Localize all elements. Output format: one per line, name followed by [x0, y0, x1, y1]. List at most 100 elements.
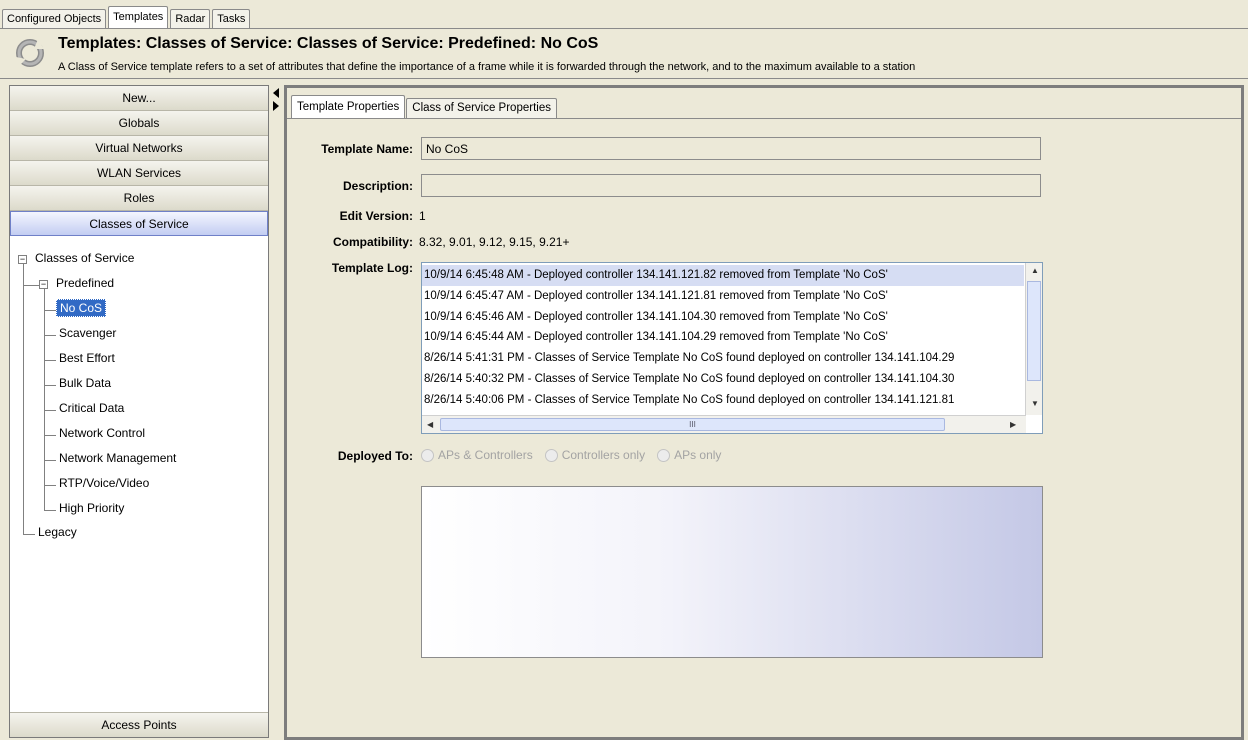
template-log-label: Template Log: — [331, 261, 413, 275]
page-header: Templates: Classes of Service: Classes o… — [0, 28, 1248, 79]
tab-template-properties[interactable]: Template Properties — [291, 95, 406, 118]
tree-item-label: Bulk Data — [59, 376, 112, 390]
tree-item-label: Scavenger — [59, 326, 117, 340]
sidebar-classes-of-service-button[interactable]: Classes of Service — [10, 211, 268, 236]
tab-templates[interactable]: Templates — [108, 6, 169, 28]
tree-item-bulk-data[interactable]: Bulk Data — [56, 373, 114, 393]
page-description: A Class of Service template refers to a … — [58, 61, 916, 73]
tree-item-high-priority[interactable]: High Priority — [56, 498, 127, 518]
controllers-only-radio[interactable]: Controllers only — [544, 448, 646, 462]
compatibility-label: Compatibility: — [333, 235, 413, 249]
sidebar-globals-button[interactable]: Globals — [10, 111, 268, 136]
refresh-icon[interactable] — [14, 37, 46, 69]
sidebar-roles-button[interactable]: Roles — [10, 186, 268, 211]
template-log[interactable]: 10/9/14 6:45:48 AM - Deployed controller… — [421, 262, 1043, 434]
tree-item-label: High Priority — [59, 501, 125, 515]
tree-connector — [44, 310, 56, 311]
log-entry[interactable]: 8/26/14 5:40:32 PM - Classes of Service … — [422, 369, 1024, 390]
scroll-thumb[interactable]: III — [440, 418, 945, 431]
deployed-to-list[interactable] — [421, 486, 1043, 658]
radio-icon — [421, 448, 434, 462]
tree-connector — [44, 360, 56, 361]
tree-item-label: Critical Data — [59, 401, 125, 415]
sidebar-wlan-services-button[interactable]: WLAN Services — [10, 161, 268, 186]
scroll-thumb[interactable] — [1027, 281, 1041, 381]
tree-item-predefined[interactable]: Predefined — [53, 273, 117, 293]
tree-item-label: Best Effort — [59, 351, 115, 365]
deployed-to-label: Deployed To: — [337, 449, 413, 463]
log-entry[interactable]: 10/9/14 6:45:48 AM - Deployed controller… — [422, 265, 1024, 286]
tree-connector — [44, 460, 56, 461]
log-entry[interactable]: 10/9/14 6:45:46 AM - Deployed controller… — [422, 307, 1024, 328]
tree-collapse-toggle[interactable]: − — [39, 280, 48, 289]
scroll-right-icon[interactable]: ▶ — [1010, 420, 1016, 429]
edit-version-value: 1 — [419, 209, 426, 223]
tree-item-rtp-voice-video[interactable]: RTP/Voice/Video — [56, 473, 152, 493]
tab-radar[interactable]: Radar — [170, 9, 211, 28]
log-lines: 10/9/14 6:45:48 AM - Deployed controller… — [422, 265, 1024, 411]
sidebar-virtual-networks-button[interactable]: Virtual Networks — [10, 136, 268, 161]
template-name-label: Template Name: — [321, 142, 413, 156]
aps-only-radio[interactable]: APs only — [657, 448, 721, 462]
classes-of-service-tree: − Classes of Service − Predefined No CoS… — [10, 248, 268, 708]
tree-collapse-toggle[interactable]: − — [18, 255, 27, 264]
log-entry[interactable]: 8/26/14 5:40:06 PM - Classes of Service … — [422, 390, 1024, 411]
scroll-up-icon[interactable]: ▲ — [1031, 266, 1039, 275]
tree-connector — [44, 435, 56, 436]
tree-item-label: Network Management — [59, 451, 177, 465]
expand-right-icon[interactable] — [273, 101, 279, 111]
tree-item-classes-of-service[interactable]: Classes of Service — [32, 248, 137, 268]
tree-connector — [44, 410, 56, 411]
tree-item-no-cos[interactable]: No CoS — [56, 298, 107, 318]
tab-tasks[interactable]: Tasks — [212, 9, 251, 28]
tree-connector — [44, 335, 56, 336]
tree-item-label: RTP/Voice/Video — [59, 476, 150, 490]
tree-item-label: No CoS — [56, 299, 107, 317]
scroll-down-icon[interactable]: ▼ — [1031, 399, 1039, 408]
tree-item-critical-data[interactable]: Critical Data — [56, 398, 127, 418]
log-entry[interactable]: 8/26/14 5:41:31 PM - Classes of Service … — [422, 348, 1024, 369]
log-vertical-scrollbar[interactable]: ▲ ▼ — [1025, 263, 1042, 415]
aps-and-controllers-radio[interactable]: APs & Controllers — [421, 448, 533, 462]
radio-icon — [657, 448, 671, 462]
radio-label: Controllers only — [561, 448, 646, 462]
tree-item-network-management[interactable]: Network Management — [56, 448, 179, 468]
sidebar: New... Globals Virtual Networks WLAN Ser… — [9, 85, 269, 738]
tree-connector — [23, 534, 35, 535]
radio-label: APs & Controllers — [438, 448, 533, 462]
radio-label: APs only — [674, 448, 722, 462]
tree-connector — [44, 385, 56, 386]
scroll-left-icon[interactable]: ◀ — [427, 420, 433, 429]
panel-splitter[interactable] — [270, 85, 284, 738]
tree-connector — [44, 288, 45, 510]
main-panel: Template Properties Class of Service Pro… — [284, 85, 1244, 740]
radio-icon — [544, 448, 558, 462]
collapse-left-icon[interactable] — [273, 88, 279, 98]
tree-connector — [44, 485, 56, 486]
tree-item-label: Network Control — [59, 426, 146, 440]
tree-item-scavenger[interactable]: Scavenger — [56, 323, 119, 343]
sidebar-new-button[interactable]: New... — [10, 86, 268, 111]
page-title: Templates: Classes of Service: Classes o… — [58, 35, 599, 52]
tree-connector — [44, 510, 56, 511]
tree-connector — [23, 285, 39, 286]
description-label: Description: — [342, 179, 413, 193]
template-name-field[interactable] — [421, 137, 1041, 160]
tab-configured-objects[interactable]: Configured Objects — [2, 9, 107, 28]
tab-class-of-service-properties[interactable]: Class of Service Properties — [406, 98, 557, 118]
tree-item-legacy[interactable]: Legacy — [35, 522, 80, 542]
tree-item-label: Predefined — [56, 276, 115, 290]
template-properties-panel: Template Name: Description: Edit Version… — [287, 118, 1241, 737]
tree-item-label: Legacy — [38, 525, 77, 539]
description-field[interactable] — [421, 174, 1041, 197]
tree-item-best-effort[interactable]: Best Effort — [56, 348, 118, 368]
log-entry[interactable]: 10/9/14 6:45:47 AM - Deployed controller… — [422, 286, 1024, 307]
deployed-to-radio-group: APs & Controllers Controllers only APs o… — [421, 448, 733, 462]
log-entry[interactable]: 10/9/14 6:45:44 AM - Deployed controller… — [422, 327, 1024, 348]
sidebar-access-points-button[interactable]: Access Points — [10, 712, 268, 737]
tree-item-network-control[interactable]: Network Control — [56, 423, 148, 443]
log-horizontal-scrollbar[interactable]: ◀ III ▶ — [422, 415, 1026, 433]
top-tab-bar: Configured Objects Templates Radar Tasks — [2, 6, 252, 28]
compatibility-value: 8.32, 9.01, 9.12, 9.15, 9.21+ — [419, 235, 570, 249]
properties-tab-bar: Template Properties Class of Service Pro… — [291, 94, 558, 118]
